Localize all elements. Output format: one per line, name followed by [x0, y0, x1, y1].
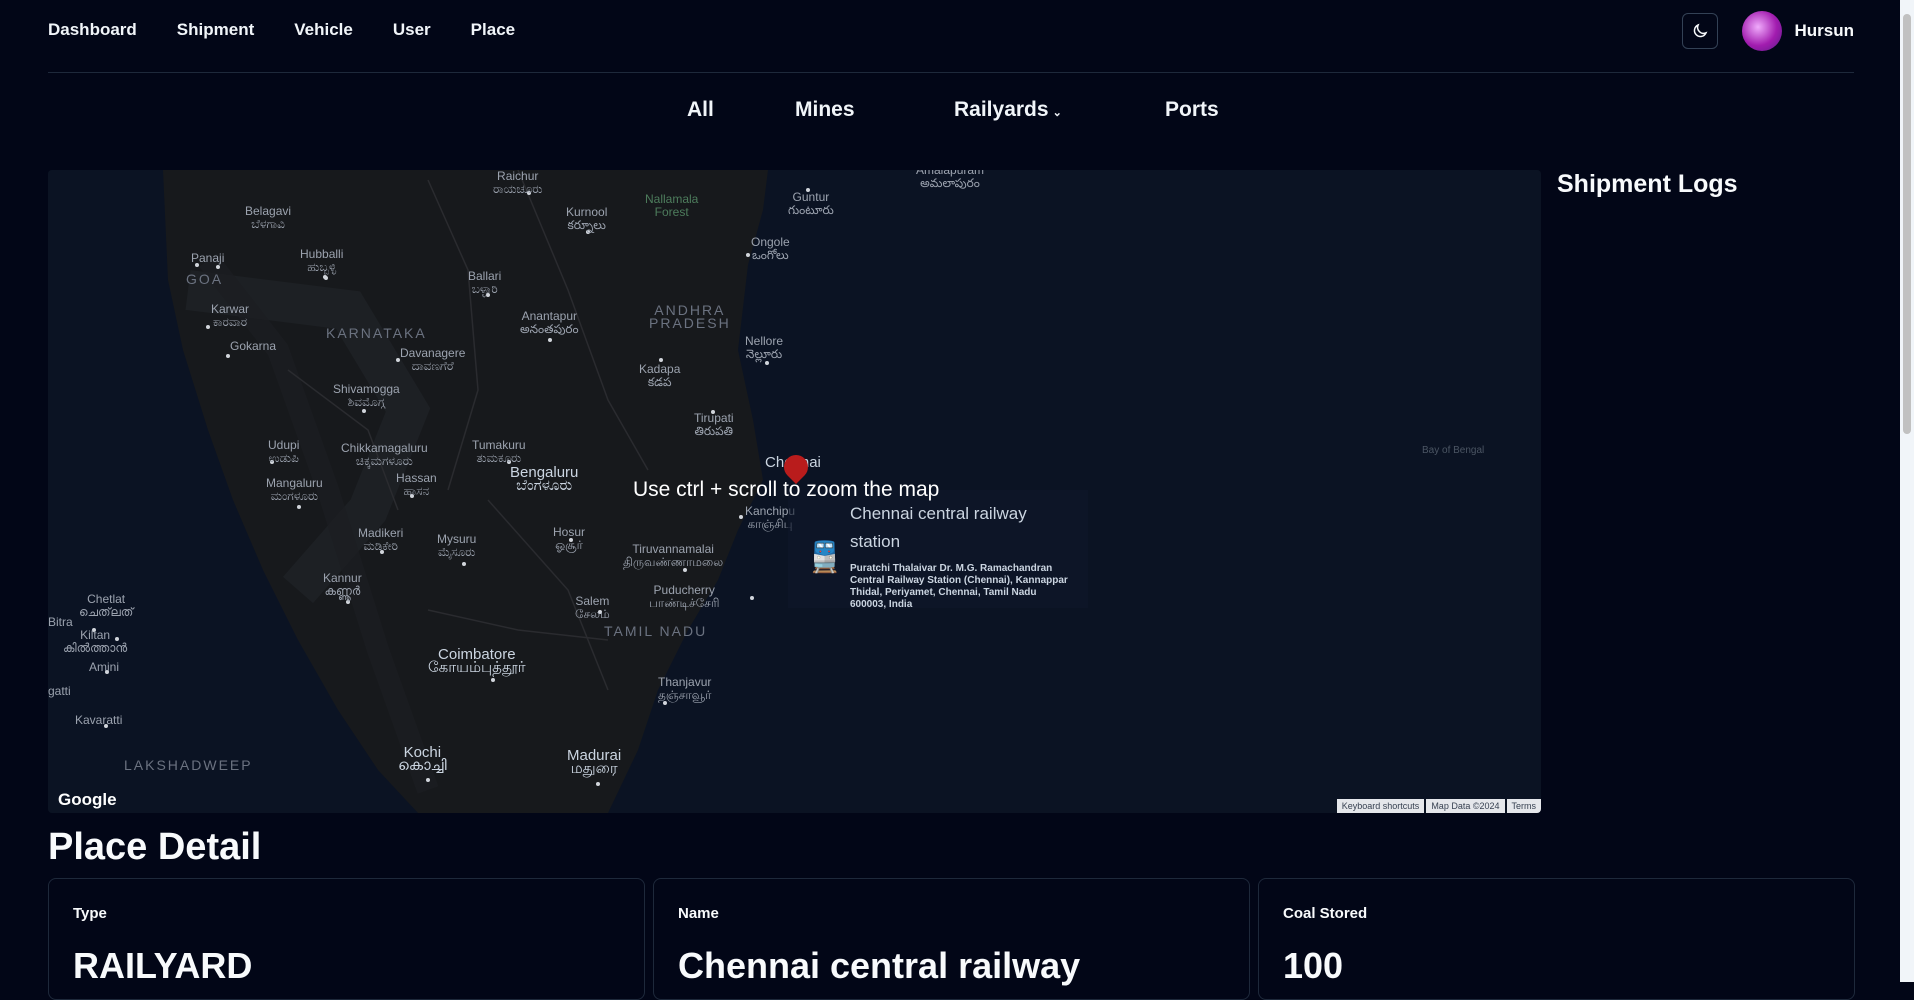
- map-label-ongole: Ongole ఒంగోలు: [751, 235, 790, 262]
- tab-railyards-label: Railyards: [954, 98, 1049, 121]
- map-label-madurai: Madurai மதுரை: [567, 747, 622, 777]
- nav-user[interactable]: User: [393, 20, 431, 40]
- map-label-udupi: Udupi ಉಡುಪಿ: [268, 438, 300, 465]
- place-info-card[interactable]: 🚆 Chennai central railway station Puratc…: [788, 490, 1088, 610]
- map-label-bengaluru: Bengaluru ಬೆಂಗಳೂರು: [510, 464, 579, 494]
- nav-links: Dashboard Shipment Vehicle User Place: [48, 20, 515, 40]
- tab-ports[interactable]: Ports: [1165, 98, 1219, 122]
- nav-shipment[interactable]: Shipment: [177, 20, 254, 40]
- map-label-tiruvannamalai: Tiruvannamalai திருவண்ணாமலை: [623, 542, 724, 569]
- place-detail-title: Place Detail: [48, 826, 262, 868]
- tab-railyards[interactable]: Railyards ⌄: [954, 98, 1062, 122]
- avatar[interactable]: [1742, 11, 1782, 51]
- map-view[interactable]: Raichur ರಾಯಚೂರು Kurnool కర్నూలు Nallamala F…: [48, 170, 1541, 813]
- map-label-davanagere: Davanagere ದಾವಣಗೆರೆ: [400, 346, 466, 373]
- map-label-bitra: Bitra: [48, 615, 73, 629]
- map-label-tamilnadu: TAMIL NADU: [604, 623, 708, 639]
- map-label-amalapuram: Amalapuram అమలాపురం: [916, 170, 985, 190]
- tab-all[interactable]: All: [687, 98, 714, 122]
- map-label-mysuru: Mysuru ಮೈಸೂರು: [437, 532, 477, 559]
- map-label-kavaratti: Kavaratti: [75, 713, 123, 727]
- map-label-tirupati: Tirupati తిరుపతి: [694, 411, 734, 438]
- map-label-chikkamagaluru: Chikkamagaluru ಚಿಕ್ಕಮಗಳೂರು: [341, 441, 428, 468]
- map-label-kadapa: Kadapa కడప: [639, 362, 681, 389]
- moon-icon: [1693, 23, 1708, 38]
- zoom-hint: Use ctrl + scroll to zoom the map: [633, 478, 940, 501]
- train-icon: 🚆: [806, 541, 844, 574]
- shipment-logs-title: Shipment Logs: [1557, 170, 1738, 198]
- map-label-guntur: Guntur గుంటూరు: [788, 190, 834, 217]
- detail-card-label: Name: [678, 905, 719, 922]
- map-label-andhra: ANDHRA PRADESH: [649, 302, 731, 331]
- map-label-nellore: Nellore నెల్లూరు: [745, 334, 784, 361]
- map-label-salem: Salem சேலம்: [575, 594, 610, 621]
- map-label-kannur: Kannur കണ്ണൂർ: [323, 571, 362, 598]
- map-label-belagavi: Belagavi ಬೆಳಗಾವಿ: [245, 204, 292, 231]
- map-label-goa: GOA: [186, 271, 224, 287]
- map-label-amini: Amini: [89, 660, 120, 674]
- keyboard-shortcuts-link[interactable]: Keyboard shortcuts: [1336, 799, 1425, 813]
- scrollbar-thumb[interactable]: [1903, 14, 1911, 434]
- map-label-kochi: Kochi കൊച്ചി: [398, 744, 447, 774]
- map-label-chetlat: Chetlat ചെത്‌ലത്: [79, 592, 134, 619]
- map-footer: Keyboard shortcuts Map Data ©2024 Terms: [1336, 799, 1541, 813]
- page-scrollbar[interactable]: [1900, 0, 1914, 982]
- map-label-karwar: Karwar ಕಾರವಾರ: [211, 302, 250, 329]
- map-label-shivamogga: Shivamogga ಶಿವಮೊಗ್ಗ: [333, 382, 400, 409]
- map-label-mangaluru: Mangaluru ಮಂಗಳೂರು: [266, 476, 323, 503]
- map-label-coimbatore: Coimbatore கோயம்புத்தூர்: [428, 646, 526, 676]
- theme-toggle-button[interactable]: [1682, 13, 1718, 49]
- map-label-anantapur: Anantapur అనంతపురం: [520, 309, 579, 336]
- nav-dashboard[interactable]: Dashboard: [48, 20, 137, 40]
- nav-vehicle[interactable]: Vehicle: [294, 20, 353, 40]
- nav-place[interactable]: Place: [471, 20, 515, 40]
- map-label-thanjavur: Thanjavur தஞ்சாவூர்: [658, 675, 712, 702]
- map-label-hosur: Hosur ஓசூர்: [553, 525, 586, 552]
- map-label-bay: Bay of Bengal: [1422, 445, 1485, 456]
- detail-card-label: Coal Stored: [1283, 905, 1368, 922]
- tab-mines[interactable]: Mines: [795, 98, 855, 122]
- place-card-title: Chennai central railway station: [850, 504, 1027, 551]
- map-label-agatti: gatti: [48, 684, 71, 698]
- map-label-kurnool: Kurnool కర్నూలు: [566, 205, 608, 232]
- place-card-address: Puratchi Thalaivar Dr. M.G. Ramachandran…: [850, 563, 1068, 610]
- map-label-madikeri: Madikeri ಮಡಿಕೇರಿ: [358, 526, 404, 553]
- map-label-raichur: Raichur ರಾಯಚೂರು: [493, 170, 543, 196]
- detail-card-value: 100: [1283, 945, 1344, 986]
- detail-card-label: Type: [73, 905, 107, 922]
- map-label-gokarna: Gokarna: [230, 339, 277, 353]
- map-label-lakshadweep: LAKSHADWEEP: [124, 757, 253, 773]
- detail-card-value: Chennai central railway: [678, 945, 1081, 986]
- username[interactable]: Hursun: [1795, 21, 1855, 41]
- map-data-attribution: Map Data ©2024: [1426, 799, 1505, 813]
- detail-card-value: RAILYARD: [73, 945, 253, 986]
- map-label-panaji: Panaji: [191, 251, 225, 265]
- map-label-kiltan: Kiltan കിൽത്താൻ: [63, 628, 128, 655]
- map-label-hubballi: Hubballi ಹುಬ್ಬಳ್ಳಿ: [300, 247, 344, 274]
- chevron-down-icon: ⌄: [1052, 107, 1062, 119]
- map-label-nallamala: Nallamala Forest: [645, 192, 699, 219]
- map-label-tumakuru: Tumakuru ತುಮಕೂರು: [472, 438, 526, 465]
- terms-link[interactable]: Terms: [1506, 799, 1541, 813]
- google-logo: Google: [58, 790, 117, 809]
- map-label-karnataka: KARNATAKA: [326, 325, 427, 341]
- top-navbar: Dashboard Shipment Vehicle User Place Hu…: [48, 0, 1854, 73]
- place-filter-tabs: All Mines Railyards ⌄ Ports: [0, 98, 1914, 128]
- map-label-ballari: Ballari ಬಳ್ಳಾರಿ: [468, 269, 502, 296]
- map-label-puducherry: Puducherry பாண்டிச்சேரி: [649, 583, 720, 610]
- map-label-hassan: Hassan ಹಾಸನ: [396, 471, 437, 498]
